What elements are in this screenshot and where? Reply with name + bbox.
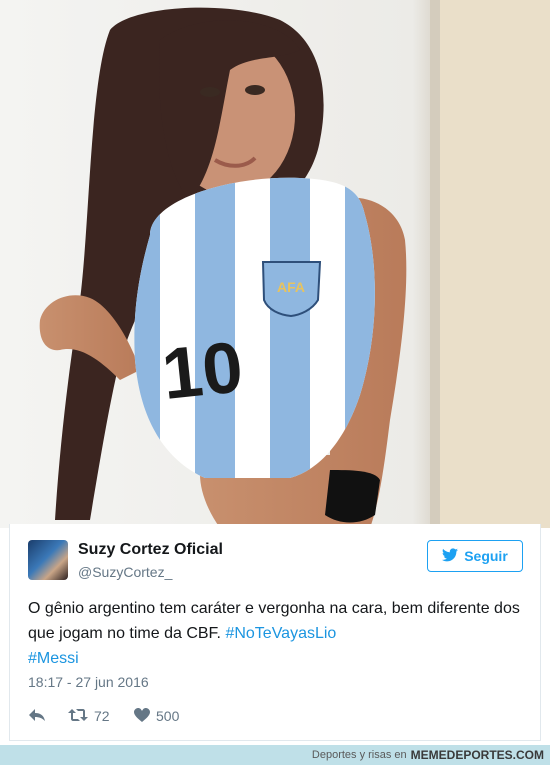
like-count: 500: [156, 708, 180, 724]
reply-icon: [28, 708, 46, 725]
timestamp[interactable]: 18:17 - 27 jun 2016: [28, 674, 149, 690]
watermark-bar: Deportes y risas en MEMEDEPORTES.COM: [0, 745, 550, 765]
heart-icon: [134, 707, 150, 725]
avatar[interactable]: [28, 540, 68, 580]
author-handle[interactable]: @SuzyCortez_: [78, 564, 172, 580]
action-bar: 72 500: [28, 706, 179, 726]
like-button[interactable]: 500: [134, 707, 180, 725]
retweet-button[interactable]: 72: [68, 708, 134, 725]
tweet-card: Suzy Cortez Oficial @SuzyCortez_ Seguir …: [9, 524, 541, 741]
retweet-icon: [68, 708, 88, 725]
photo-illustration: AFA 10: [0, 0, 550, 528]
hashtag-link[interactable]: #NoTeVayasLio: [225, 625, 336, 642]
retweet-count: 72: [94, 708, 110, 724]
author-name[interactable]: Suzy Cortez Oficial: [78, 541, 223, 559]
jersey-number: 10: [158, 327, 246, 415]
tweet-photo[interactable]: AFA 10: [0, 0, 550, 528]
tweet-text: O gênio argentino tem caráter e vergonha…: [28, 596, 524, 671]
watermark-brand: MEMEDEPORTES.COM: [410, 748, 544, 762]
reply-button[interactable]: [28, 708, 68, 725]
hashtag-link[interactable]: #Messi: [28, 650, 79, 667]
watermark-prefix: Deportes y risas en: [311, 749, 407, 761]
twitter-bird-icon: [442, 547, 459, 565]
follow-button[interactable]: Seguir: [427, 540, 523, 572]
crest-text: AFA: [277, 279, 305, 295]
follow-label: Seguir: [464, 548, 508, 564]
